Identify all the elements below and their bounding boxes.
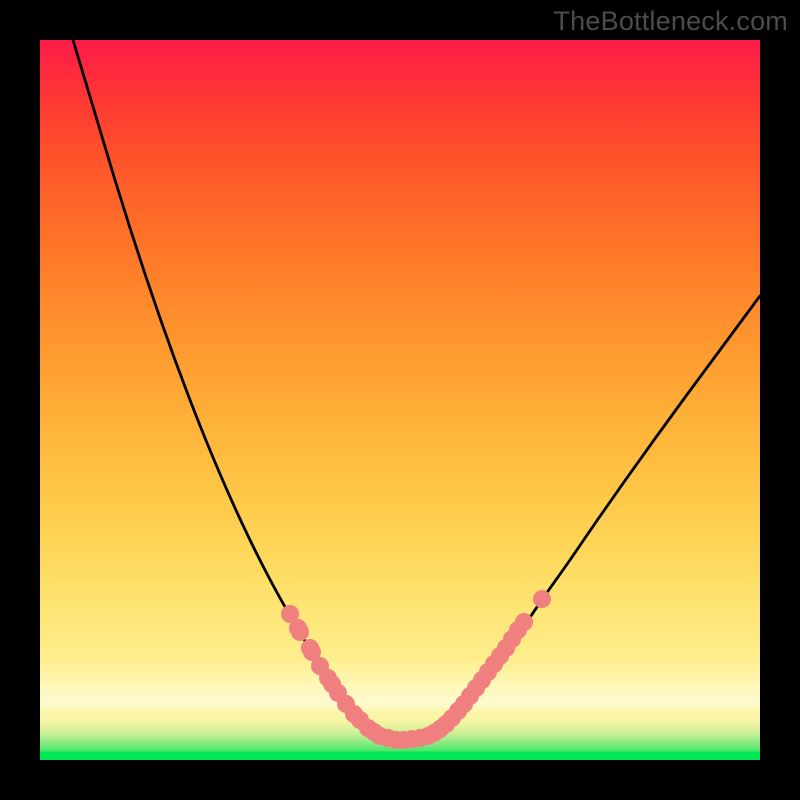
watermark-text: TheBottleneck.com (553, 6, 788, 37)
data-point (515, 613, 533, 631)
data-point (291, 623, 309, 641)
data-markers (281, 590, 551, 749)
data-point (533, 590, 551, 608)
chart-svg (40, 40, 760, 760)
curve-path (73, 40, 760, 740)
chart-plot-area (40, 40, 760, 760)
bottleneck-curve (73, 40, 760, 740)
chart-frame: TheBottleneck.com (0, 0, 800, 800)
